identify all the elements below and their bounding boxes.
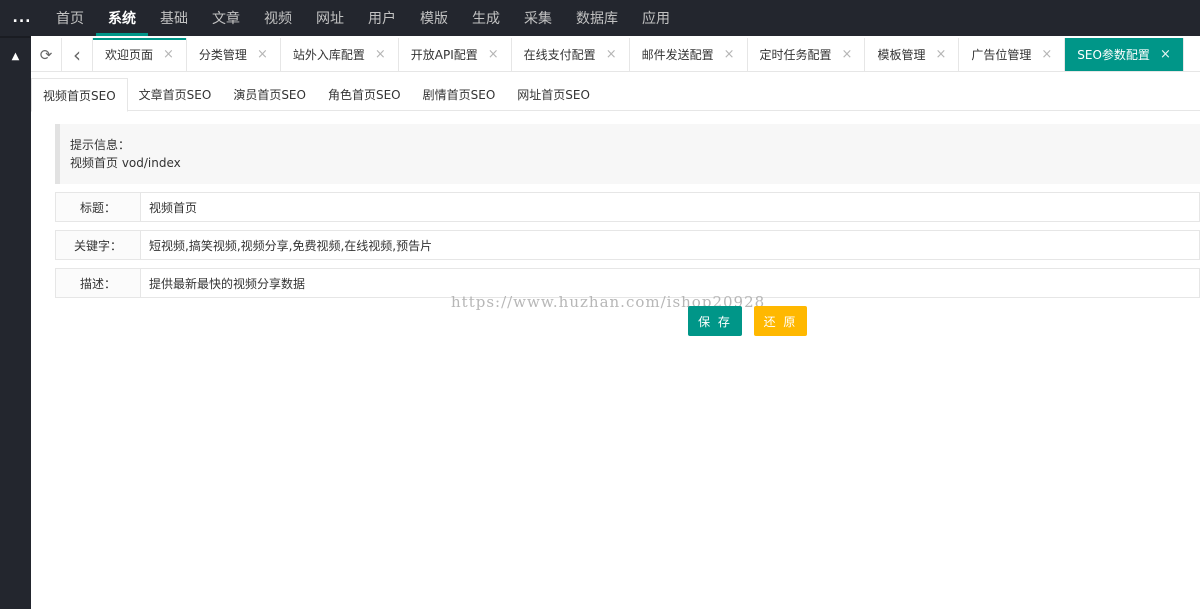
tab-label: 邮件发送配置	[641, 48, 714, 62]
description-input[interactable]: 提供最新最快的视频分享数据	[141, 269, 1199, 297]
save-button[interactable]: 保 存	[688, 306, 742, 336]
tab-open-api-config[interactable]: 开放API配置 ×	[399, 38, 512, 71]
subtab-plot-home-seo[interactable]: 剧情首页SEO	[412, 78, 507, 111]
close-icon[interactable]: ×	[724, 47, 735, 62]
top-navbar: ... 首页 系统 基础 文章 视频 网址 用户 模版 生成 采集 数据库 应用	[0, 0, 1200, 36]
close-icon[interactable]: ×	[606, 47, 617, 62]
tip-box: 提示信息： 视频首页 vod/index	[55, 124, 1200, 184]
tab-label: 模板管理	[877, 48, 926, 62]
subtab-role-home-seo[interactable]: 角色首页SEO	[317, 78, 412, 111]
tab-label: 广告位管理	[971, 48, 1032, 62]
tab-email-config[interactable]: 邮件发送配置 ×	[630, 38, 748, 71]
tab-ad-slot-management[interactable]: 广告位管理 ×	[959, 38, 1066, 71]
close-icon[interactable]: ×	[1160, 47, 1171, 62]
tab-welcome[interactable]: 欢迎页面 ×	[93, 38, 187, 71]
tab-template-management[interactable]: 模板管理 ×	[865, 38, 960, 71]
subtab-actor-home-seo[interactable]: 演员首页SEO	[222, 78, 317, 111]
tab-seo-config[interactable]: SEO参数配置 ×	[1065, 38, 1184, 71]
seo-subtabs: 视频首页SEO 文章首页SEO 演员首页SEO 角色首页SEO 剧情首页SEO …	[31, 78, 1200, 112]
menu-item-website[interactable]: 网址	[304, 0, 356, 36]
tab-label: 开放API配置	[410, 48, 478, 62]
tab-label: SEO参数配置	[1077, 48, 1150, 62]
main-menu: 首页 系统 基础 文章 视频 网址 用户 模版 生成 采集 数据库 应用	[44, 0, 682, 36]
title-label: 标题：	[56, 193, 141, 221]
menu-item-article[interactable]: 文章	[200, 0, 252, 36]
title-input[interactable]: 视频首页	[141, 193, 1199, 221]
subtab-video-home-seo[interactable]: 视频首页SEO	[31, 78, 128, 112]
page-tab-bar: ⟳ ‹ 欢迎页面 × 分类管理 × 站外入库配置 × 开放API配置 × 在线支…	[31, 38, 1200, 72]
back-icon[interactable]: ‹	[62, 38, 93, 71]
close-icon[interactable]: ×	[488, 47, 499, 62]
subtab-article-home-seo[interactable]: 文章首页SEO	[128, 78, 223, 111]
subtab-website-home-seo[interactable]: 网址首页SEO	[506, 78, 601, 111]
reset-button[interactable]: 还 原	[754, 306, 807, 336]
menu-item-template[interactable]: 模版	[408, 0, 460, 36]
tab-label: 欢迎页面	[105, 48, 154, 62]
menu-item-apps[interactable]: 应用	[630, 0, 682, 36]
form-row-keywords: 关键字： 短视频,搞笑视频,视频分享,免费视频,在线视频,预告片	[55, 230, 1200, 260]
tip-text: 视频首页 vod/index	[70, 156, 181, 170]
tab-category-management[interactable]: 分类管理 ×	[187, 38, 281, 71]
refresh-icon[interactable]: ⟳	[31, 38, 62, 71]
close-icon[interactable]: ×	[257, 47, 268, 62]
menu-item-video[interactable]: 视频	[252, 0, 304, 36]
menu-item-home[interactable]: 首页	[44, 0, 96, 36]
menu-item-basic[interactable]: 基础	[148, 0, 200, 36]
tab-label: 在线支付配置	[523, 48, 596, 62]
form-row-description: 描述： 提供最新最快的视频分享数据	[55, 268, 1200, 298]
sidebar-toggle-icon[interactable]: ▲	[0, 38, 31, 74]
tab-online-payment-config[interactable]: 在线支付配置 ×	[512, 38, 630, 71]
menu-item-collect[interactable]: 采集	[512, 0, 564, 36]
tip-heading: 提示信息：	[70, 138, 131, 152]
form-row-title: 标题： 视频首页	[55, 192, 1200, 222]
menu-item-database[interactable]: 数据库	[564, 0, 630, 36]
tab-external-import-config[interactable]: 站外入库配置 ×	[281, 38, 399, 71]
tab-label: 站外入库配置	[292, 48, 365, 62]
more-menu-icon[interactable]: ...	[0, 0, 44, 36]
close-icon[interactable]: ×	[842, 47, 853, 62]
close-icon[interactable]: ×	[375, 47, 386, 62]
left-sidebar: ▲	[0, 36, 31, 609]
description-label: 描述：	[56, 269, 141, 297]
tab-scheduled-task-config[interactable]: 定时任务配置 ×	[748, 38, 866, 71]
tab-label: 分类管理	[198, 48, 247, 62]
menu-item-system[interactable]: 系统	[96, 0, 148, 36]
tab-label: 定时任务配置	[759, 48, 832, 62]
close-icon[interactable]: ×	[935, 47, 946, 62]
keywords-input[interactable]: 短视频,搞笑视频,视频分享,免费视频,在线视频,预告片	[141, 231, 1199, 259]
menu-item-generate[interactable]: 生成	[460, 0, 512, 36]
close-icon[interactable]: ×	[163, 47, 174, 62]
close-icon[interactable]: ×	[1041, 47, 1052, 62]
keywords-label: 关键字：	[56, 231, 141, 259]
menu-item-user[interactable]: 用户	[356, 0, 408, 36]
